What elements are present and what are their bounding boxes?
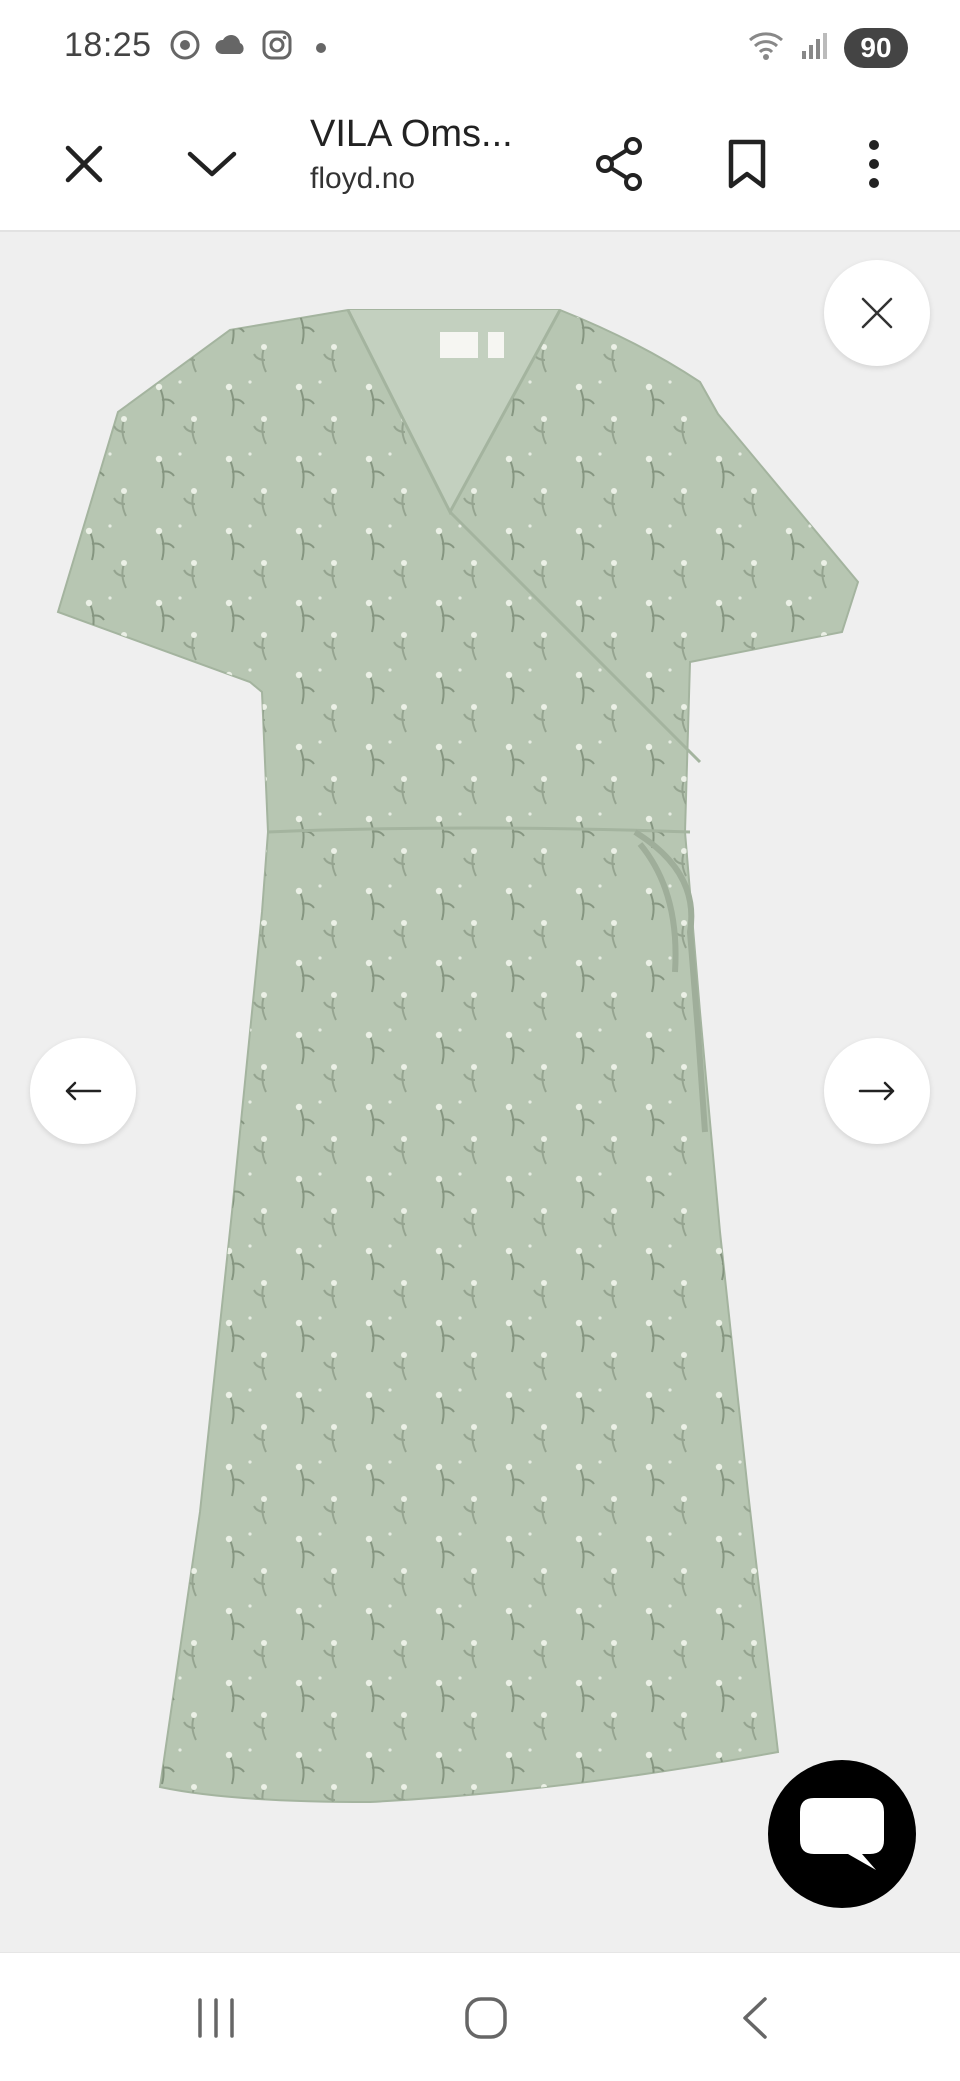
previous-image-button[interactable] — [30, 1038, 136, 1144]
image-viewer — [0, 232, 960, 1952]
chat-button[interactable] — [768, 1760, 916, 1908]
bookmark-button[interactable] — [711, 128, 783, 200]
chat-icon — [800, 1798, 884, 1870]
status-icons-left — [170, 30, 326, 65]
close-tab-button[interactable] — [48, 128, 120, 200]
arrow-left-icon — [65, 1081, 102, 1101]
home-icon — [465, 1997, 507, 2039]
share-icon — [596, 137, 642, 191]
share-button[interactable] — [583, 128, 655, 200]
browser-toolbar: VILA Oms... floyd.no — [0, 98, 960, 232]
status-icons-right: 90 — [746, 28, 908, 68]
more-vert-icon — [869, 140, 879, 188]
close-image-button[interactable] — [824, 260, 930, 366]
battery-indicator: 90 — [844, 28, 908, 68]
page-title-area[interactable]: VILA Oms... floyd.no — [310, 108, 570, 198]
bookmark-icon — [728, 139, 766, 189]
home-button[interactable] — [446, 1983, 526, 2053]
chevron-down-icon — [187, 151, 237, 177]
back-button[interactable] — [714, 1983, 794, 2053]
next-image-button[interactable] — [824, 1038, 930, 1144]
arrow-right-icon — [858, 1081, 895, 1101]
status-time: 18:25 — [64, 26, 152, 64]
minimize-button[interactable] — [176, 128, 248, 200]
close-icon — [65, 145, 103, 183]
wifi-icon — [746, 30, 786, 67]
recent-apps-icon — [198, 1998, 234, 2038]
cloud-icon — [214, 32, 248, 63]
more-options-button[interactable] — [838, 128, 910, 200]
close-icon — [861, 297, 893, 329]
status-bar: 18:25 90 — [0, 0, 960, 98]
product-image-dress — [56, 309, 860, 1804]
dot-icon — [316, 42, 326, 53]
chrome-icon — [170, 30, 200, 65]
back-icon — [743, 1997, 767, 2039]
page-domain: floyd.no — [310, 162, 416, 195]
signal-icon — [800, 31, 830, 66]
instagram-icon — [262, 30, 292, 65]
system-navigation-bar — [0, 1952, 960, 2081]
recent-apps-button[interactable] — [176, 1983, 256, 2053]
page-title: VILA Oms... — [310, 113, 513, 155]
